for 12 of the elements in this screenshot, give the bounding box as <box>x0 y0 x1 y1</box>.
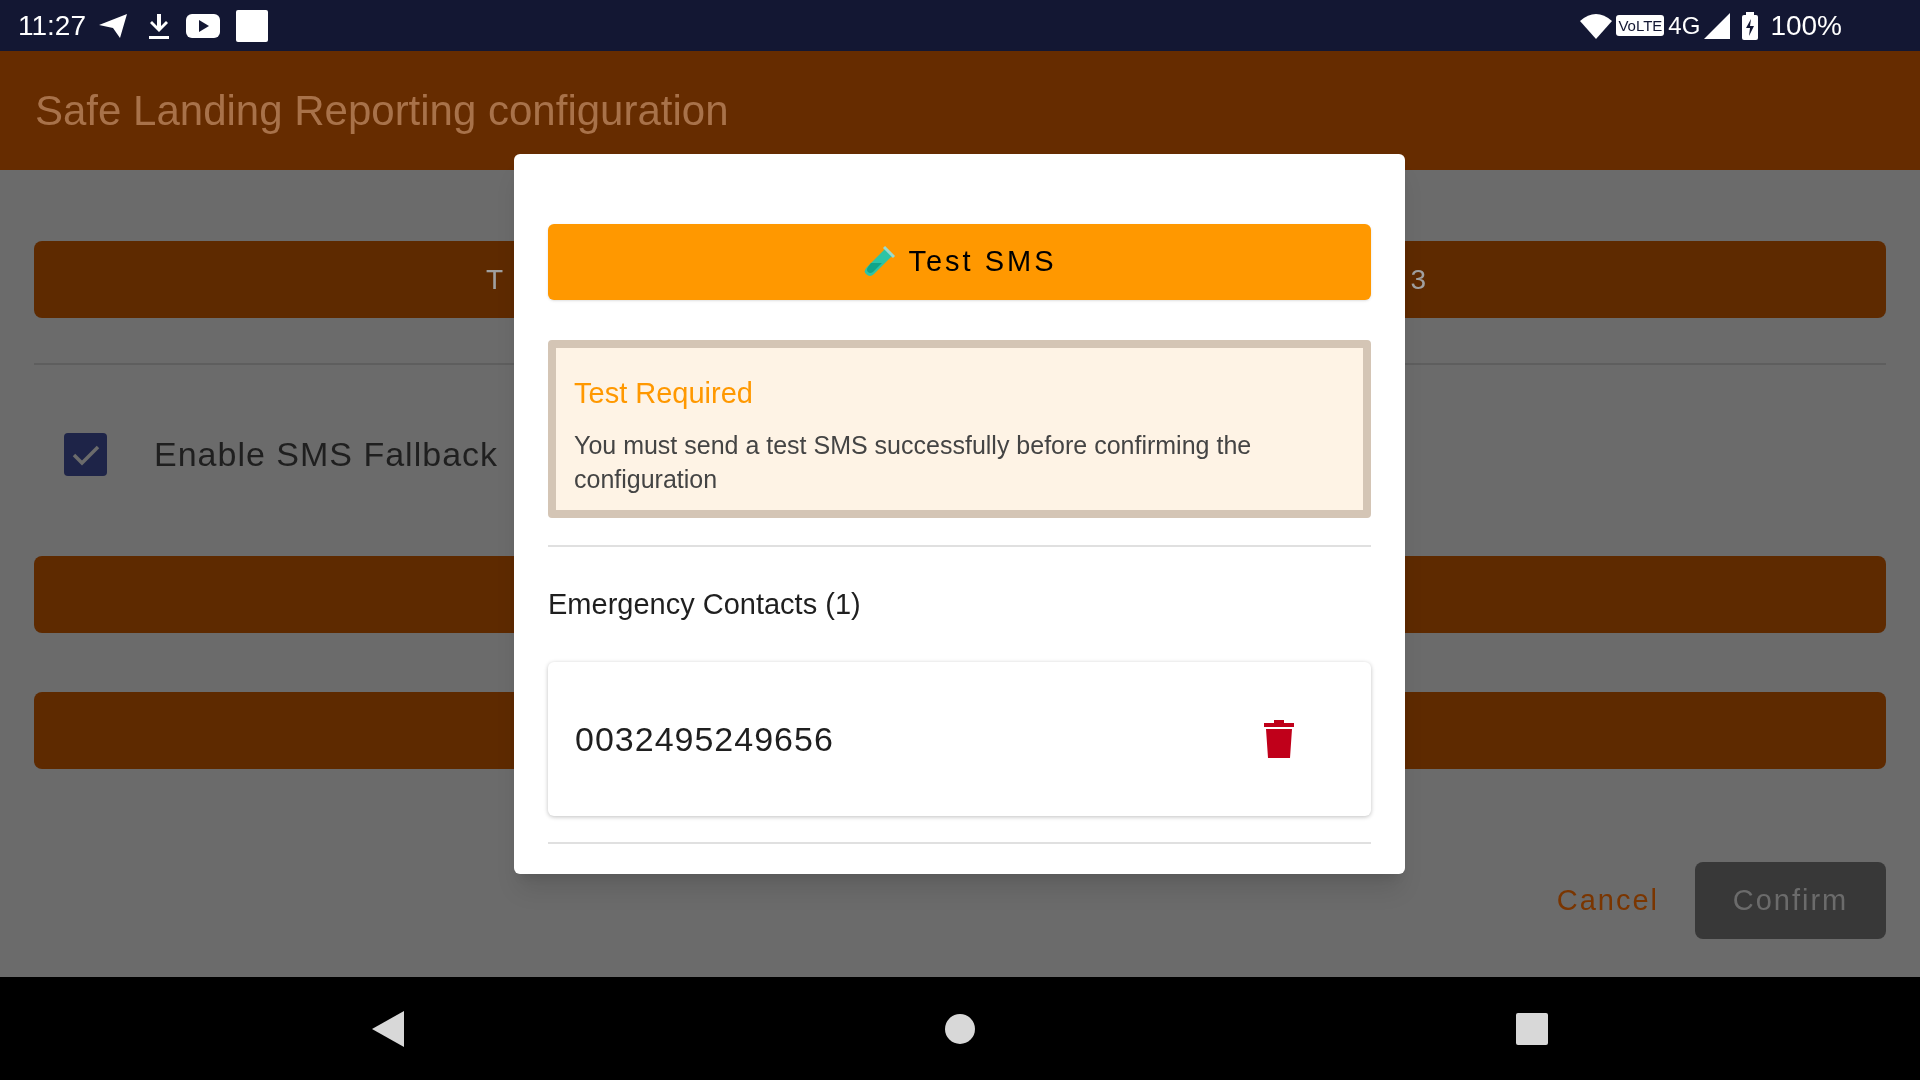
button-label-fragment: T <box>486 262 504 297</box>
contacts-heading: Emergency Contacts (1) <box>548 586 862 622</box>
battery-level: 100% <box>1770 8 1842 43</box>
network-type: 4G <box>1668 10 1701 41</box>
checkbox-label: Enable SMS Fallback <box>154 434 499 475</box>
volte-badge: VoLTE <box>1616 15 1665 36</box>
app-title: Safe Landing Reporting configuration <box>35 86 729 136</box>
alert-title: Test Required <box>574 376 754 411</box>
contact-number: 0032495249656 <box>575 718 834 760</box>
button-label-fragment: 3 <box>1410 262 1426 297</box>
status-time: 11:27 <box>18 8 86 43</box>
alert-message: You must send a test SMS successfully before confirming the configuration <box>574 429 1253 495</box>
